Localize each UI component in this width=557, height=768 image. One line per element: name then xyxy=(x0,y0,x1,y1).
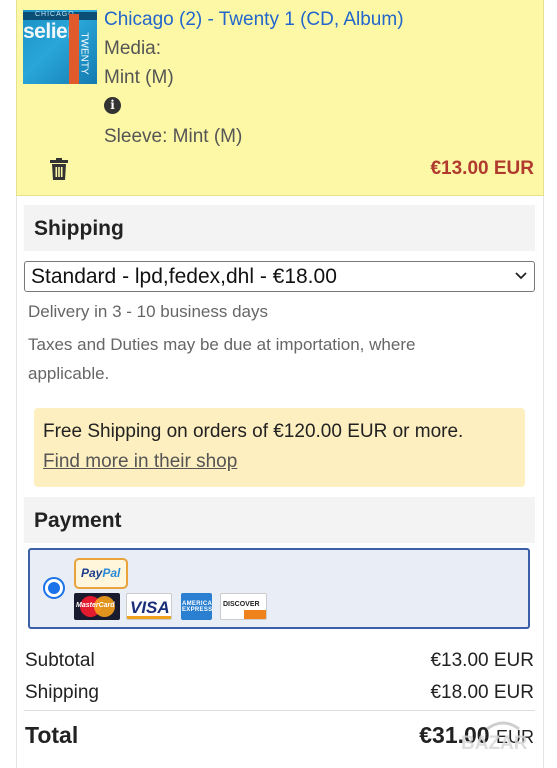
visa-logo: VISA xyxy=(126,593,172,620)
amex-text: AMERICAN EXPRESS xyxy=(182,601,212,613)
payment-heading: Payment xyxy=(34,509,122,532)
taxes-note-line2: applicable. xyxy=(28,364,110,383)
subtotal-value: €13.00 EUR xyxy=(430,650,534,671)
visa-text: VISA xyxy=(130,598,170,617)
free-shipping-banner: Free Shipping on orders of €120.00 EUR o… xyxy=(34,408,525,487)
shipping-cost-label: Shipping xyxy=(25,682,99,703)
shipping-method-value: Standard - lpd,fedex,dhl - €18.00 xyxy=(31,265,337,288)
media-label: Media: xyxy=(104,38,162,59)
shop-link[interactable]: Find more in their shop xyxy=(43,451,237,473)
shipping-method-select[interactable]: Standard - lpd,fedex,dhl - €18.00 xyxy=(24,261,535,292)
taxes-note-line1: Taxes and Duties may be due at importati… xyxy=(28,335,416,354)
item-price: €13.00 EUR xyxy=(430,158,534,179)
paypal-logo-part2: Pal xyxy=(102,566,121,580)
discover-text: DISCOVER xyxy=(223,601,260,608)
mastercard-logo: MasterCard xyxy=(74,593,120,620)
discover-logo: DISCOVER xyxy=(220,593,267,620)
media-condition: Mint (M) xyxy=(104,67,174,88)
sleeve-condition: Sleeve: Mint (M) xyxy=(104,126,243,147)
shipping-heading: Shipping xyxy=(34,217,124,240)
info-icon[interactable]: i xyxy=(104,97,121,114)
paypal-payment-option[interactable]: PayPal MasterCard VISA AMERICAN EXPRESS … xyxy=(28,548,530,629)
paypal-logo-part1: Pay xyxy=(81,566,103,580)
radio-selected-dot xyxy=(48,582,60,594)
cart-item-card: CHICAGO selier TWENTY Chicago (2) - Twen… xyxy=(16,0,544,196)
total-label: Total xyxy=(25,722,79,748)
shipping-cost-value: €18.00 EUR xyxy=(430,682,534,703)
shipping-header: Shipping xyxy=(24,205,535,251)
amex-logo: AMERICAN EXPRESS xyxy=(181,593,212,620)
cover-side-text: TWENTY xyxy=(78,32,90,75)
mastercard-text: MasterCard xyxy=(76,602,115,609)
item-title-link[interactable]: Chicago (2) - Twenty 1 (CD, Album) xyxy=(104,9,404,31)
watermark-text: BAZAR xyxy=(461,733,528,754)
cover-stripe xyxy=(69,14,79,84)
free-shipping-text: Free Shipping on orders of €120.00 EUR o… xyxy=(43,421,464,442)
cover-word: selier xyxy=(23,20,75,43)
paypal-logo: PayPal xyxy=(74,558,128,589)
chevron-down-icon xyxy=(515,272,527,280)
payment-radio[interactable] xyxy=(43,577,65,599)
trash-icon[interactable] xyxy=(50,158,68,180)
delivery-time: Delivery in 3 - 10 business days xyxy=(28,302,269,321)
summary-divider xyxy=(24,710,535,711)
subtotal-label: Subtotal xyxy=(25,650,95,671)
bazar-watermark-logo: BAZAR xyxy=(461,721,528,754)
payment-header: Payment xyxy=(24,497,535,543)
album-cover-image[interactable]: CHICAGO selier TWENTY xyxy=(23,10,97,84)
